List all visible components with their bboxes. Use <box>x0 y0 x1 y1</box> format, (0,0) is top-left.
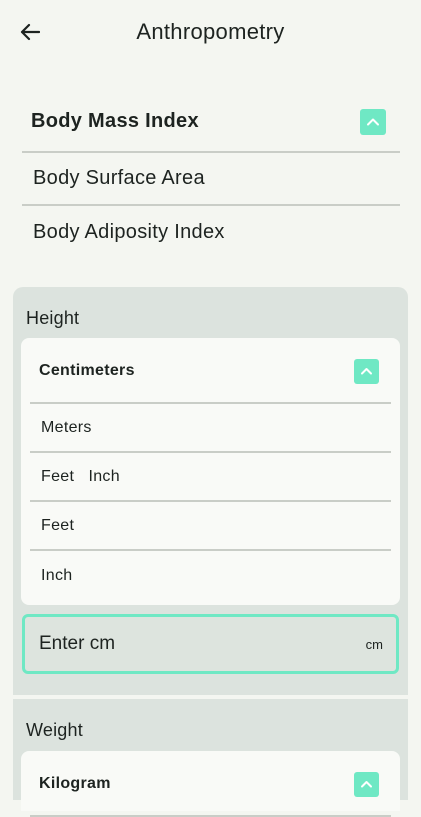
calculator-item-label: Body Surface Area <box>33 167 205 189</box>
height-input-field[interactable]: cm <box>22 614 399 674</box>
height-label: Height <box>26 308 80 328</box>
chevron-up-icon[interactable] <box>360 108 386 135</box>
unit-option-centimeters[interactable]: Centimeters <box>21 338 400 404</box>
unit-option-label: Kilogram <box>39 775 111 792</box>
weight-unit-dropdown: Kilogram <box>21 751 400 817</box>
calculator-item-bmi[interactable]: Body Mass Index <box>22 92 400 153</box>
unit-option-label: Feet Inch <box>41 467 120 485</box>
unit-option-meters[interactable]: Meters <box>30 404 391 453</box>
unit-option-kilogram[interactable]: Kilogram <box>21 751 400 817</box>
calculator-list: Body Mass Index Body Surface Area Body A… <box>22 92 400 259</box>
height-input[interactable] <box>39 633 319 655</box>
calculator-item-label: Body Mass Index <box>31 110 199 132</box>
app-bar: Anthropometry <box>0 0 421 64</box>
page-title: Anthropometry <box>136 19 285 44</box>
calculator-item-bai[interactable]: Body Adiposity Index <box>22 206 400 259</box>
unit-option-inch[interactable]: Inch <box>30 551 391 600</box>
chevron-up-icon[interactable] <box>354 771 379 797</box>
calculator-item-bsa[interactable]: Body Surface Area <box>22 153 400 206</box>
unit-option-feet-inch[interactable]: Feet Inch <box>30 453 391 502</box>
unit-option-label: Inch <box>41 566 73 584</box>
unit-option-label: Centimeters <box>39 362 135 379</box>
weight-label: Weight <box>26 720 83 740</box>
height-unit-dropdown: Centimeters Meters Feet Inch Feet Inch <box>21 338 400 605</box>
unit-option-feet[interactable]: Feet <box>30 502 391 551</box>
unit-option-label: Meters <box>41 418 92 436</box>
calculator-item-label: Body Adiposity Index <box>33 221 225 243</box>
unit-suffix: cm <box>365 636 383 652</box>
height-panel: Height Centimeters Meters Feet Inch Feet… <box>13 287 408 695</box>
unit-option-label: Feet <box>41 516 75 534</box>
weight-panel: Weight Kilogram <box>13 699 408 817</box>
chevron-up-icon[interactable] <box>354 358 379 384</box>
